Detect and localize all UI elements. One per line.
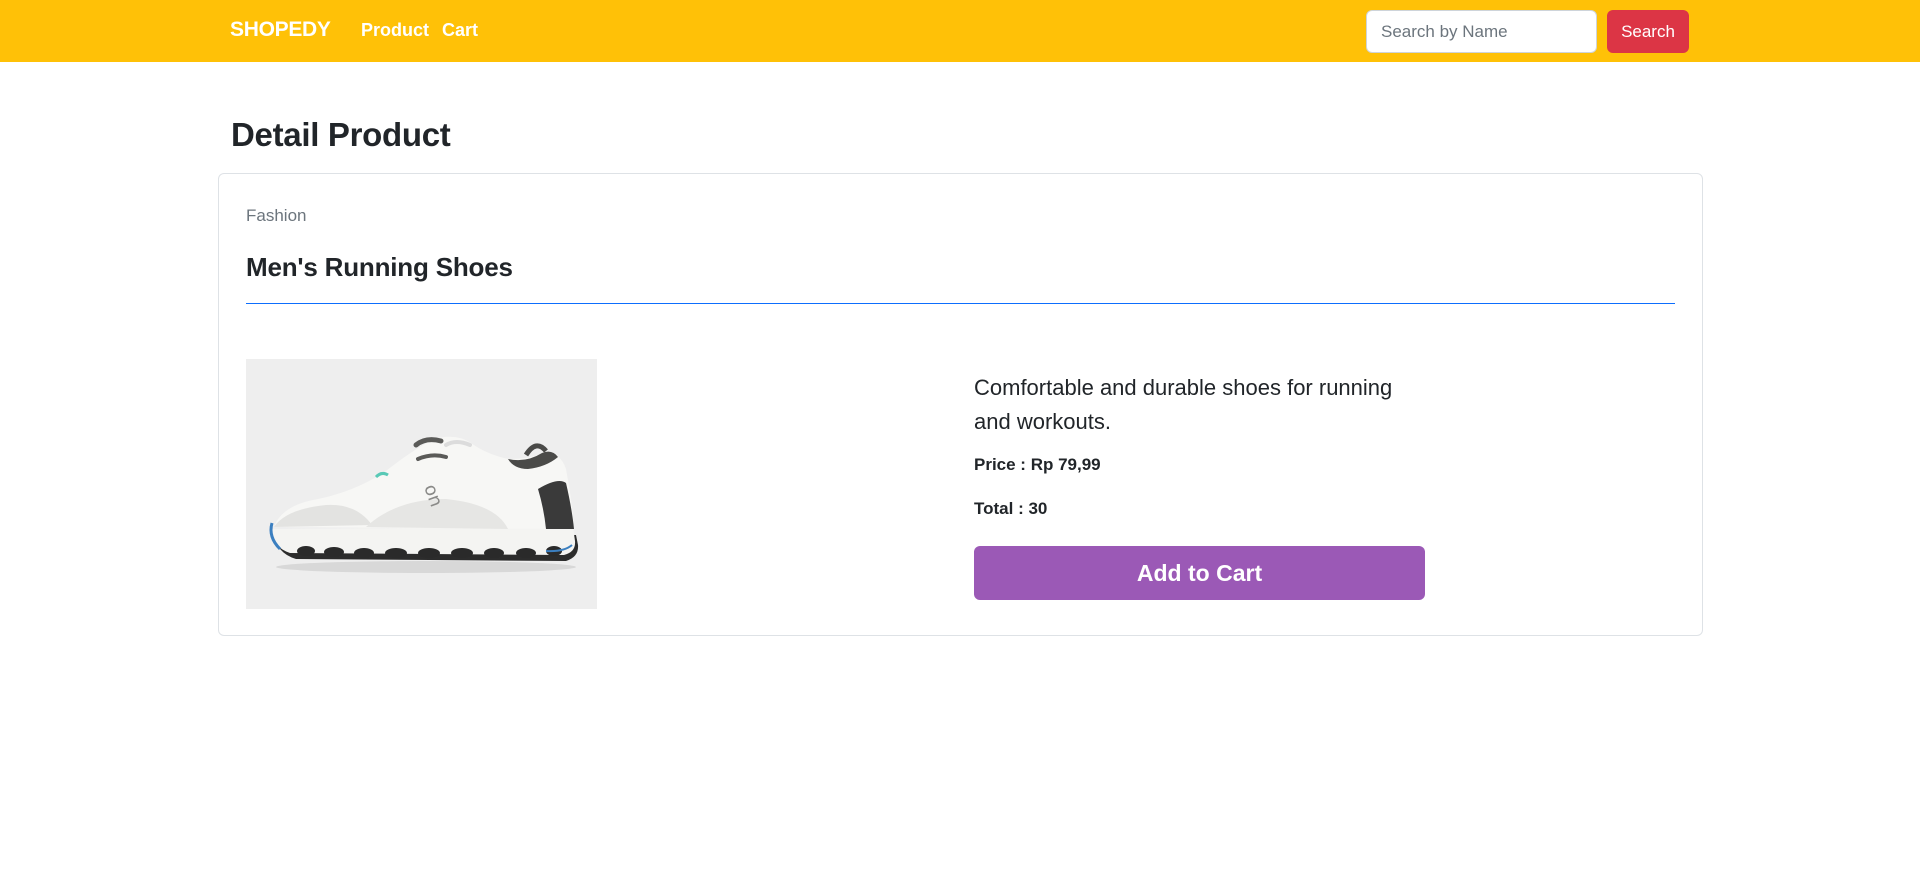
product-price: Price : Rp 79,99 (974, 455, 1101, 474)
nav-link-cart[interactable]: Cart (442, 20, 478, 41)
running-shoe-image: on (246, 359, 597, 609)
search-button[interactable]: Search (1607, 10, 1689, 53)
product-category: Fashion (246, 206, 307, 225)
product-image: on (246, 359, 597, 609)
product-total-stock: Total : 30 (974, 499, 1048, 518)
divider (246, 303, 1675, 304)
product-description: Comfortable and durable shoes for runnin… (974, 375, 1393, 434)
search-input[interactable] (1366, 10, 1597, 53)
page-title: Detail Product (231, 116, 451, 153)
top-navbar: SHOPEDY Product Cart Search (0, 0, 1920, 62)
nav-link-product[interactable]: Product (361, 20, 429, 41)
add-to-cart-button[interactable]: Add to Cart (974, 546, 1425, 600)
product-detail-card: Fashion Men's Running Shoes on Comfortab… (218, 173, 1703, 636)
brand-logo[interactable]: SHOPEDY (230, 18, 331, 42)
product-details: Comfortable and durable shoes for runnin… (974, 359, 1426, 600)
product-name: Men's Running Shoes (246, 252, 513, 282)
